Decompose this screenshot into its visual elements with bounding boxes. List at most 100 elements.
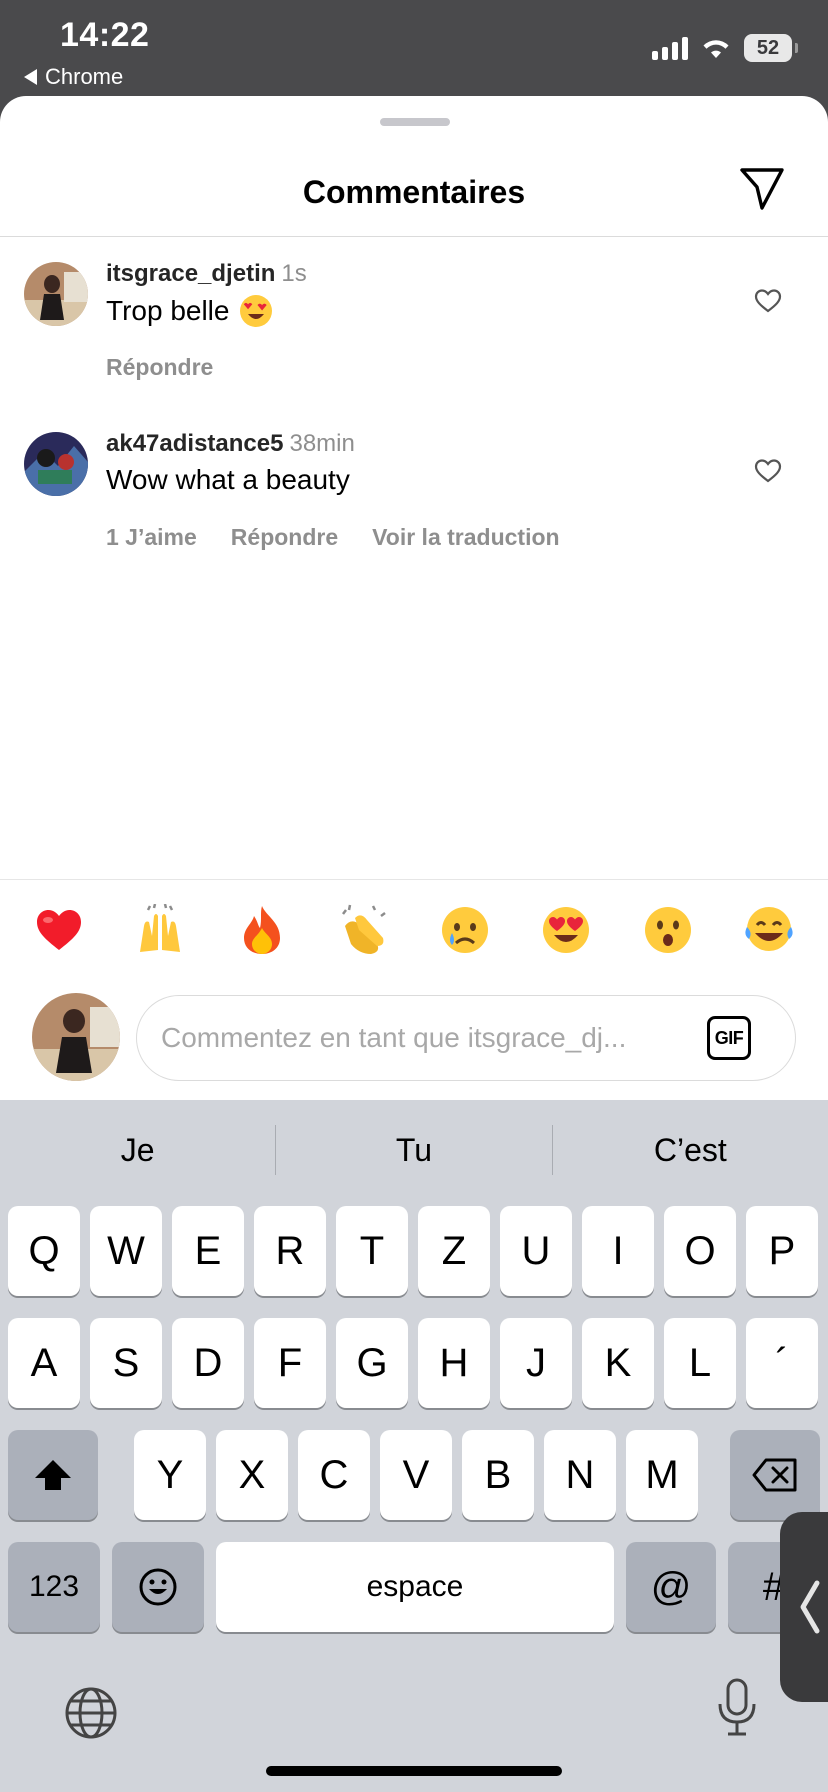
- see-translation-button[interactable]: Voir la traduction: [372, 524, 559, 551]
- status-time: 14:22: [60, 16, 150, 54]
- quick-reactions-bar: [0, 902, 828, 962]
- key-p[interactable]: P: [746, 1206, 818, 1296]
- fire-reaction[interactable]: [234, 902, 290, 958]
- microphone-icon[interactable]: [716, 1678, 758, 1738]
- reply-button[interactable]: Répondre: [106, 354, 213, 381]
- key-z[interactable]: Z: [418, 1206, 490, 1296]
- heart-eyes-emoji-icon: [240, 295, 273, 327]
- cellular-signal-icon: [652, 36, 688, 60]
- current-user-avatar: [32, 993, 120, 1081]
- comment-actions: Répondre: [106, 354, 213, 381]
- crying-face-icon: [441, 907, 488, 953]
- comment-time: 38min: [289, 430, 355, 457]
- key-b[interactable]: B: [462, 1430, 534, 1520]
- gif-button[interactable]: GIF: [707, 1016, 751, 1060]
- comment-meta: ak47adistance5 38min: [106, 430, 355, 458]
- keyboard: Je Tu C’est Q W E R T Z U I O P A S D F …: [0, 1100, 828, 1792]
- avatar[interactable]: [24, 432, 88, 496]
- likes-count-button[interactable]: 1 J’aime: [106, 524, 197, 551]
- like-heart-icon[interactable]: [754, 288, 782, 314]
- red-heart-reaction[interactable]: [31, 902, 87, 958]
- key-k[interactable]: K: [582, 1318, 654, 1408]
- crying-face-reaction[interactable]: [437, 902, 493, 958]
- key-a[interactable]: A: [8, 1318, 80, 1408]
- key-acute-accent[interactable]: ´: [746, 1318, 818, 1408]
- suggestion-item[interactable]: Tu: [276, 1132, 551, 1169]
- tears-of-joy-icon: [745, 907, 793, 951]
- avatar[interactable]: [24, 262, 88, 326]
- key-w[interactable]: W: [90, 1206, 162, 1296]
- emoji-smiley-icon: [139, 1568, 177, 1606]
- battery-indicator: 52: [744, 34, 798, 62]
- key-s[interactable]: S: [90, 1318, 162, 1408]
- chevron-left-icon: [800, 1580, 820, 1634]
- comment-text: Trop belle: [106, 295, 230, 326]
- sheet-grabber-handle[interactable]: [380, 118, 450, 126]
- key-o[interactable]: O: [664, 1206, 736, 1296]
- key-g[interactable]: G: [336, 1318, 408, 1408]
- emoji-key[interactable]: [112, 1542, 204, 1632]
- raising-hands-reaction[interactable]: [132, 902, 188, 958]
- shift-key[interactable]: [8, 1430, 98, 1520]
- like-heart-icon[interactable]: [754, 458, 782, 484]
- back-arrow-icon: [24, 69, 37, 85]
- key-q[interactable]: Q: [8, 1206, 80, 1296]
- numbers-key[interactable]: 123: [8, 1542, 100, 1632]
- comment-composer: GIF: [136, 995, 796, 1081]
- back-app-label: Chrome: [45, 64, 124, 89]
- astonished-face-icon: [644, 907, 691, 953]
- comment-actions: 1 J’aime Répondre Voir la traduction: [106, 524, 560, 551]
- key-c[interactable]: C: [298, 1430, 370, 1520]
- key-i[interactable]: I: [582, 1206, 654, 1296]
- clapping-hands-reaction[interactable]: [335, 902, 391, 958]
- key-n[interactable]: N: [544, 1430, 616, 1520]
- heart-eyes-icon: [543, 907, 590, 953]
- comment-input[interactable]: [161, 1016, 681, 1060]
- wifi-icon: [703, 40, 729, 58]
- side-panel-handle[interactable]: [780, 1512, 828, 1702]
- reply-button[interactable]: Répondre: [231, 524, 338, 551]
- key-d[interactable]: D: [172, 1318, 244, 1408]
- status-bar: 14:22 Chrome 52: [0, 0, 828, 96]
- key-f[interactable]: F: [254, 1318, 326, 1408]
- at-key[interactable]: @: [626, 1542, 716, 1632]
- back-to-app-button[interactable]: Chrome: [24, 64, 123, 90]
- raising-hands-icon: [140, 904, 181, 952]
- predictive-suggestions-bar: Je Tu C’est: [0, 1100, 828, 1200]
- key-v[interactable]: V: [380, 1430, 452, 1520]
- sheet-title: Commentaires: [302, 174, 526, 210]
- comment-text-row: Wow what a beauty: [106, 464, 350, 496]
- comment-username[interactable]: itsgrace_djetin: [106, 260, 275, 287]
- comment-time: 1s: [281, 260, 307, 287]
- key-e[interactable]: E: [172, 1206, 244, 1296]
- heart-eyes-reaction[interactable]: [538, 902, 594, 958]
- red-heart-icon: [36, 910, 81, 950]
- backspace-key[interactable]: [730, 1430, 820, 1520]
- comment-text: Wow what a beauty: [106, 464, 350, 495]
- globe-icon[interactable]: [64, 1686, 118, 1740]
- key-t[interactable]: T: [336, 1206, 408, 1296]
- backspace-icon: [752, 1458, 797, 1492]
- comment-meta: itsgrace_djetin 1s: [106, 260, 307, 288]
- suggestion-item[interactable]: C’est: [553, 1132, 828, 1169]
- comment-username[interactable]: ak47adistance5: [106, 430, 283, 457]
- clapping-hands-icon: [342, 904, 386, 954]
- tears-of-joy-reaction[interactable]: [741, 902, 797, 958]
- suggestion-item[interactable]: Je: [0, 1132, 275, 1169]
- comments-sheet: Commentaires itsgrace_djetin 1s Trop bell…: [0, 96, 828, 1100]
- share-send-icon[interactable]: [738, 166, 786, 212]
- key-y[interactable]: Y: [134, 1430, 206, 1520]
- status-icons: 52: [652, 34, 798, 62]
- composer-divider: [0, 879, 828, 880]
- key-h[interactable]: H: [418, 1318, 490, 1408]
- home-indicator[interactable]: [266, 1766, 562, 1776]
- space-key[interactable]: espace: [216, 1542, 614, 1632]
- key-x[interactable]: X: [216, 1430, 288, 1520]
- key-m[interactable]: M: [626, 1430, 698, 1520]
- key-u[interactable]: U: [500, 1206, 572, 1296]
- comment-text-row: Trop belle: [106, 294, 273, 328]
- astonished-face-reaction[interactable]: [640, 902, 696, 958]
- key-j[interactable]: J: [500, 1318, 572, 1408]
- key-l[interactable]: L: [664, 1318, 736, 1408]
- key-r[interactable]: R: [254, 1206, 326, 1296]
